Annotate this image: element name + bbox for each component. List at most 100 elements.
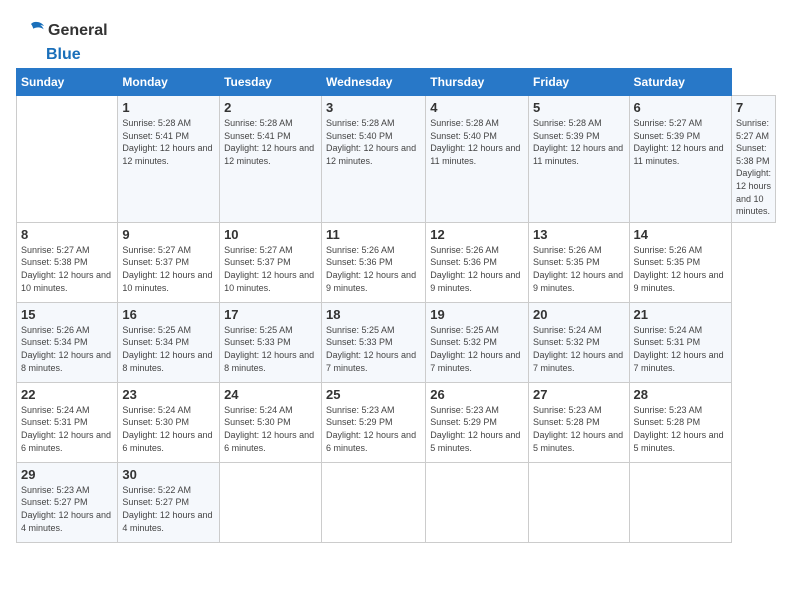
day-info: Sunrise: 5:26 AMSunset: 5:35 PMDaylight:… — [634, 244, 727, 294]
day-number: 14 — [634, 227, 727, 242]
calendar-cell: 20 Sunrise: 5:24 AMSunset: 5:32 PMDayligh… — [529, 302, 630, 382]
header-day: Thursday — [426, 69, 529, 96]
day-info: Sunrise: 5:23 AMSunset: 5:28 PMDaylight:… — [533, 404, 625, 454]
day-number: 15 — [21, 307, 113, 322]
day-info: Sunrise: 5:27 AMSunset: 5:37 PMDaylight:… — [224, 244, 317, 294]
calendar-cell: 23Sunrise: 5:24 AMSunset: 5:30 PMDayligh… — [118, 382, 220, 462]
day-info: Sunrise: 5:24 AMSunset: 5:31 PMDaylight:… — [634, 324, 727, 374]
calendar-cell: 17 Sunrise: 5:25 AMSunset: 5:33 PMDayligh… — [220, 302, 322, 382]
calendar-cell: 3 Sunrise: 5:28 AMSunset: 5:40 PMDaylight… — [322, 96, 426, 223]
day-number: 3 — [326, 100, 421, 115]
day-number: 17 — [224, 307, 317, 322]
day-info: Sunrise: 5:25 AMSunset: 5:33 PMDaylight:… — [326, 324, 421, 374]
calendar-table: SundayMondayTuesdayWednesdayThursdayFrid… — [16, 68, 776, 543]
header-day: Tuesday — [220, 69, 322, 96]
calendar-cell: 12 Sunrise: 5:26 AMSunset: 5:36 PMDayligh… — [426, 222, 529, 302]
calendar-cell: 29Sunrise: 5:23 AMSunset: 5:27 PMDayligh… — [17, 462, 118, 542]
day-number: 28 — [634, 387, 727, 402]
calendar-cell: 14 Sunrise: 5:26 AMSunset: 5:35 PMDayligh… — [629, 222, 731, 302]
calendar-cell: 25Sunrise: 5:23 AMSunset: 5:29 PMDayligh… — [322, 382, 426, 462]
day-number: 18 — [326, 307, 421, 322]
day-info: Sunrise: 5:26 AMSunset: 5:36 PMDaylight:… — [326, 244, 421, 294]
page-header: General Blue — [16, 16, 776, 64]
day-number: 1 — [122, 100, 215, 115]
day-info: Sunrise: 5:28 AMSunset: 5:41 PMDaylight:… — [122, 117, 215, 167]
logo-text-blue: Blue — [46, 46, 81, 64]
day-info: Sunrise: 5:25 AMSunset: 5:32 PMDaylight:… — [430, 324, 524, 374]
day-info: Sunrise: 5:27 AMSunset: 5:37 PMDaylight:… — [122, 244, 215, 294]
day-number: 20 — [533, 307, 625, 322]
calendar-cell: 11 Sunrise: 5:26 AMSunset: 5:36 PMDayligh… — [322, 222, 426, 302]
calendar-week-row: 15 Sunrise: 5:26 AMSunset: 5:34 PMDayligh… — [17, 302, 776, 382]
calendar-cell: 18 Sunrise: 5:25 AMSunset: 5:33 PMDayligh… — [322, 302, 426, 382]
calendar-cell — [529, 462, 630, 542]
calendar-cell: 26 Sunrise: 5:23 AMSunset: 5:29 PMDayligh… — [426, 382, 529, 462]
day-number: 25 — [326, 387, 421, 402]
empty-cell — [17, 96, 118, 223]
calendar-cell — [220, 462, 322, 542]
header-day: Saturday — [629, 69, 731, 96]
day-number: 12 — [430, 227, 524, 242]
day-info: Sunrise: 5:28 AMSunset: 5:40 PMDaylight:… — [326, 117, 421, 167]
calendar-cell: 8 Sunrise: 5:27 AMSunset: 5:38 PMDaylight… — [17, 222, 118, 302]
calendar-week-row: 1 Sunrise: 5:28 AMSunset: 5:41 PMDaylight… — [17, 96, 776, 223]
day-info: Sunrise: 5:27 AMSunset: 5:38 PMDaylight:… — [736, 117, 771, 218]
day-number: 23 — [122, 387, 215, 402]
calendar-cell: 21 Sunrise: 5:24 AMSunset: 5:31 PMDayligh… — [629, 302, 731, 382]
logo-bird-icon — [16, 16, 46, 46]
calendar-cell: 30Sunrise: 5:22 AMSunset: 5:27 PMDayligh… — [118, 462, 220, 542]
day-number: 30 — [122, 467, 215, 482]
day-info: Sunrise: 5:26 AMSunset: 5:36 PMDaylight:… — [430, 244, 524, 294]
day-info: Sunrise: 5:28 AMSunset: 5:40 PMDaylight:… — [430, 117, 524, 167]
day-info: Sunrise: 5:24 AMSunset: 5:30 PMDaylight:… — [224, 404, 317, 454]
day-info: Sunrise: 5:25 AMSunset: 5:34 PMDaylight:… — [122, 324, 215, 374]
day-number: 5 — [533, 100, 625, 115]
calendar-header: SundayMondayTuesdayWednesdayThursdayFrid… — [17, 69, 776, 96]
day-number: 26 — [430, 387, 524, 402]
day-info: Sunrise: 5:23 AMSunset: 5:29 PMDaylight:… — [430, 404, 524, 454]
calendar-cell: 5 Sunrise: 5:28 AMSunset: 5:39 PMDaylight… — [529, 96, 630, 223]
day-number: 29 — [21, 467, 113, 482]
day-number: 13 — [533, 227, 625, 242]
header-day: Wednesday — [322, 69, 426, 96]
calendar-cell: 2Sunrise: 5:28 AMSunset: 5:41 PMDaylight… — [220, 96, 322, 223]
calendar-cell — [426, 462, 529, 542]
calendar-cell: 10 Sunrise: 5:27 AMSunset: 5:37 PMDayligh… — [220, 222, 322, 302]
calendar-cell: 22Sunrise: 5:24 AMSunset: 5:31 PMDayligh… — [17, 382, 118, 462]
day-number: 21 — [634, 307, 727, 322]
calendar-body: 1 Sunrise: 5:28 AMSunset: 5:41 PMDaylight… — [17, 96, 776, 543]
day-info: Sunrise: 5:28 AMSunset: 5:39 PMDaylight:… — [533, 117, 625, 167]
day-number: 11 — [326, 227, 421, 242]
calendar-cell: 13Sunrise: 5:26 AMSunset: 5:35 PMDayligh… — [529, 222, 630, 302]
day-number: 6 — [634, 100, 727, 115]
calendar-cell: 24Sunrise: 5:24 AMSunset: 5:30 PMDayligh… — [220, 382, 322, 462]
day-number: 10 — [224, 227, 317, 242]
header-day: Friday — [529, 69, 630, 96]
logo-text-general: General — [48, 22, 108, 40]
day-number: 16 — [122, 307, 215, 322]
day-number: 19 — [430, 307, 524, 322]
day-number: 22 — [21, 387, 113, 402]
day-number: 8 — [21, 227, 113, 242]
header-row: SundayMondayTuesdayWednesdayThursdayFrid… — [17, 69, 776, 96]
calendar-cell — [629, 462, 731, 542]
day-number: 2 — [224, 100, 317, 115]
calendar-cell: 9Sunrise: 5:27 AMSunset: 5:37 PMDaylight… — [118, 222, 220, 302]
day-info: Sunrise: 5:27 AMSunset: 5:38 PMDaylight:… — [21, 244, 113, 294]
day-info: Sunrise: 5:23 AMSunset: 5:28 PMDaylight:… — [634, 404, 727, 454]
calendar-week-row: 22Sunrise: 5:24 AMSunset: 5:31 PMDayligh… — [17, 382, 776, 462]
day-info: Sunrise: 5:25 AMSunset: 5:33 PMDaylight:… — [224, 324, 317, 374]
logo: General Blue — [16, 16, 108, 64]
calendar-cell — [322, 462, 426, 542]
calendar-cell: 16 Sunrise: 5:25 AMSunset: 5:34 PMDayligh… — [118, 302, 220, 382]
calendar-cell: 28 Sunrise: 5:23 AMSunset: 5:28 PMDayligh… — [629, 382, 731, 462]
day-info: Sunrise: 5:26 AMSunset: 5:34 PMDaylight:… — [21, 324, 113, 374]
day-info: Sunrise: 5:24 AMSunset: 5:32 PMDaylight:… — [533, 324, 625, 374]
calendar-cell: 1 Sunrise: 5:28 AMSunset: 5:41 PMDaylight… — [118, 96, 220, 223]
calendar-cell: 7Sunrise: 5:27 AMSunset: 5:38 PMDaylight… — [731, 96, 775, 223]
day-number: 27 — [533, 387, 625, 402]
day-info: Sunrise: 5:27 AMSunset: 5:39 PMDaylight:… — [634, 117, 727, 167]
calendar-week-row: 8 Sunrise: 5:27 AMSunset: 5:38 PMDaylight… — [17, 222, 776, 302]
calendar-cell: 19 Sunrise: 5:25 AMSunset: 5:32 PMDayligh… — [426, 302, 529, 382]
calendar-week-row: 29Sunrise: 5:23 AMSunset: 5:27 PMDayligh… — [17, 462, 776, 542]
